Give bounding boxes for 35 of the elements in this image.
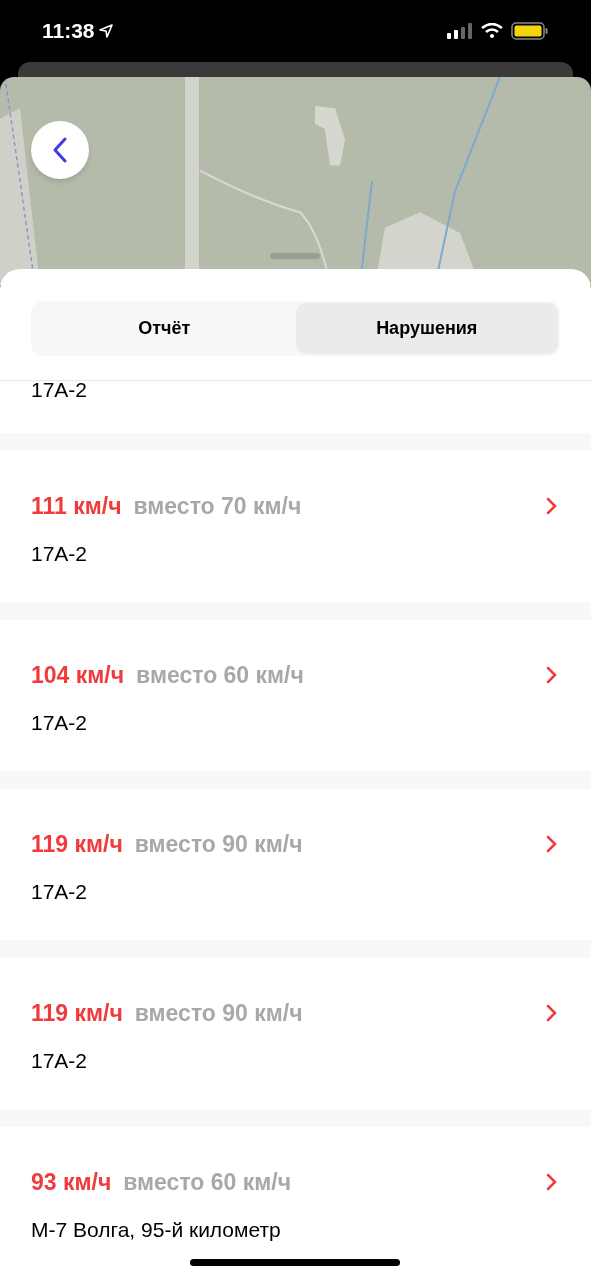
violation-item[interactable]: 119 км/ч вместо 90 км/ч 17A-2 [0,789,591,940]
violation-item[interactable]: 104 км/ч вместо 60 км/ч 17A-2 [0,620,591,771]
chevron-right-icon [546,1004,558,1023]
violation-item[interactable]: 111 км/ч вместо 70 км/ч 17A-2 [0,451,591,602]
signal-icon [447,23,473,39]
road-name: 17A-2 [31,1047,88,1074]
speed-value: 119 км/ч [31,999,123,1028]
location-arrow-icon [98,24,113,38]
speed-limit: вместо 70 км/ч [133,492,302,521]
tab[interactable]: Нарушения [295,303,558,354]
chevron-right-icon [546,835,558,854]
speed-value: 111 км/ч [31,492,122,521]
speed-limit: вместо 90 км/ч [134,999,303,1028]
violation-item[interactable]: 93 км/ч вместо 60 км/ч М-7 Волга, 95-й километр [0,1127,591,1278]
drag-handle[interactable] [270,253,320,259]
tab[interactable]: Отчёт [33,303,296,354]
road-name: 17A-2 [31,540,88,567]
speed-value: 93 км/ч [31,1168,112,1197]
wifi-icon [481,23,503,39]
speed-value: 119 км/ч [31,830,123,859]
chevron-right-icon [546,1173,558,1192]
road-name: 17A-2 [31,709,88,736]
speed-limit: вместо 90 км/ч [134,830,303,859]
back-icon [52,137,68,163]
road-name: М-7 Волга, 95-й километр [31,1216,281,1243]
road-name: 17A-2 [31,381,88,401]
chevron-right-icon [546,497,558,516]
speed-value: 104 км/ч [31,661,125,690]
road-name: 17A-2 [31,878,88,905]
speed-limit: вместо 60 км/ч [136,661,304,690]
chevron-right-icon [546,666,558,685]
speed-limit: вместо 60 км/ч [123,1168,292,1197]
status-time: 11:38 [42,18,95,45]
battery-icon [511,22,549,40]
violation-item[interactable]: 119 км/ч вместо 90 км/ч 17A-2 [0,958,591,1109]
